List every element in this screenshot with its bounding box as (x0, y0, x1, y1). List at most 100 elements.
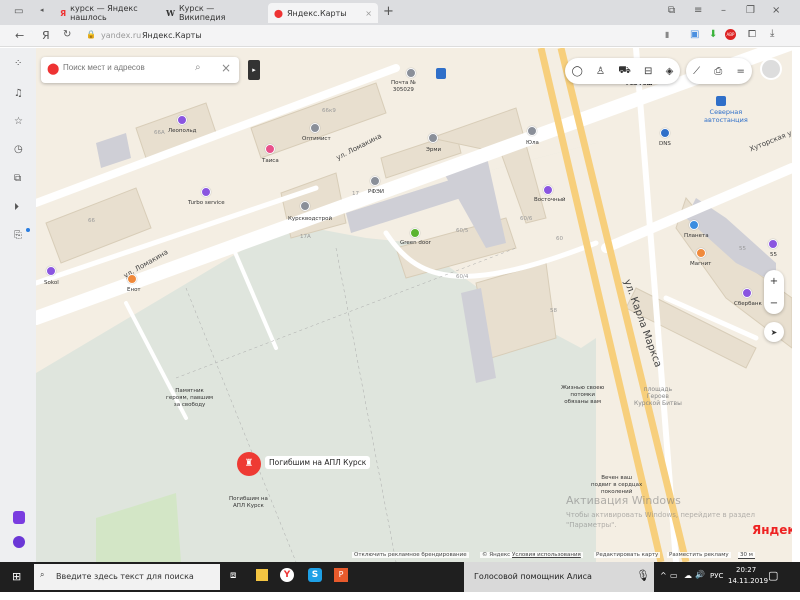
address-bar: ← Я ↻ 🔒 yandex.ru Яндекс.Карты ▮ ▣ ⬇ ABP… (0, 25, 800, 47)
bus-station-icon[interactable] (716, 96, 726, 106)
alice-voice-assistant[interactable]: Голосовой помощник Алиса 🎙 (464, 562, 654, 592)
windows-start-icon[interactable]: ⊞ (12, 570, 21, 583)
tab-yandex-search[interactable]: Я курск — Яндекс нашлось (54, 3, 158, 23)
reload-icon[interactable]: ↻ (63, 29, 71, 40)
poi-magnit-icon[interactable] (696, 248, 706, 258)
user-avatar[interactable] (760, 58, 782, 80)
media-icon[interactable]: ⏵ (14, 202, 19, 213)
disable-branding-link[interactable]: Отключить рекламное брендирование (352, 552, 469, 558)
microphone-icon[interactable]: 🎙 (636, 569, 650, 582)
poi-taisa-icon[interactable] (265, 144, 275, 154)
minimize-icon[interactable]: – (721, 5, 726, 16)
poi-label: 55 (770, 252, 777, 258)
volume-icon[interactable]: 🔊 (695, 570, 705, 579)
alice-app-icon[interactable] (13, 511, 25, 524)
notifications-icon[interactable]: ♫ (14, 88, 23, 99)
powerpoint-icon[interactable]: P (334, 568, 348, 582)
skype-icon[interactable]: S (308, 568, 322, 582)
file-explorer-icon[interactable] (256, 569, 268, 581)
extension-icon[interactable]: ▣ (690, 29, 699, 40)
edit-map-link[interactable]: Редактировать карту (594, 552, 661, 558)
download-extension-icon[interactable]: ⬇ (709, 29, 717, 40)
poi-dns-icon[interactable] (660, 128, 670, 138)
downloads-icon[interactable]: ⤓ (770, 28, 774, 39)
adblock-icon[interactable]: ABP (725, 29, 736, 40)
search-icon[interactable]: ⌕ (195, 62, 201, 73)
clear-search-icon[interactable]: × (221, 61, 231, 75)
search-input[interactable] (63, 63, 193, 72)
poi-rfei-icon[interactable] (370, 176, 380, 186)
bookmarks-icon[interactable]: ⧉ (668, 5, 675, 16)
geolocation-button[interactable]: ➤ (764, 322, 784, 342)
clock-time[interactable]: 20:27 (736, 566, 756, 574)
poi-ermi-icon[interactable] (428, 133, 438, 143)
search-page-icon[interactable]: ⎘ (14, 230, 22, 241)
layers-icon[interactable]: ◈ (666, 66, 674, 77)
yandex-browser-taskbar-icon[interactable]: Y (280, 568, 294, 582)
poi-optimist-icon[interactable] (310, 123, 320, 133)
menu-icon[interactable]: ≡ (694, 5, 702, 16)
sidebar-toggle-icon[interactable]: ▭ (14, 6, 23, 17)
poi-label: Green door (400, 240, 431, 246)
clock-date[interactable]: 14.11.2019 (728, 577, 768, 585)
alice-icon[interactable] (13, 536, 25, 548)
history-icon[interactable]: ◷ (14, 144, 23, 155)
poi-vostochny-icon[interactable] (543, 185, 553, 195)
tray-chevron-icon[interactable]: ^ (660, 571, 667, 580)
taskbar-search-box[interactable]: ⌕ Введите здесь текст для поиска (34, 564, 220, 590)
back-icon[interactable]: ← (15, 29, 24, 42)
poi-sokol-icon[interactable] (46, 266, 56, 276)
task-view-icon[interactable]: ⧈ (230, 570, 236, 581)
network-icon[interactable]: ▭ (670, 571, 678, 580)
bookmark-icon[interactable]: ▮ (665, 30, 669, 39)
action-center-icon[interactable]: ▢ (768, 569, 778, 582)
url-domain[interactable]: yandex.ru (101, 31, 141, 40)
map-canvas[interactable]: ул. Ломакина ул. Ломакина ул. Карла Марк… (36, 48, 792, 562)
traffic-icon[interactable]: ◯ (572, 66, 583, 77)
panorama-icon[interactable]: ♙ (596, 66, 605, 77)
language-indicator[interactable]: РУС (710, 572, 723, 580)
ruler-icon[interactable]: ⟋ (693, 66, 700, 77)
poi-55-icon[interactable] (768, 239, 778, 249)
zoom-control: + − (764, 270, 784, 314)
poi-leopold-icon[interactable] (177, 115, 187, 125)
transit-icon[interactable]: ⊟ (644, 66, 652, 77)
zoom-in-button[interactable]: + (770, 276, 778, 287)
selected-monument-marker[interactable]: ♜ (237, 452, 261, 476)
terms-link[interactable]: Условия использования (510, 552, 583, 558)
close-window-icon[interactable]: × (772, 5, 780, 16)
print-icon[interactable]: ⎙ (714, 66, 722, 77)
poi-turbo-service-icon[interactable] (201, 187, 211, 197)
url-page-title[interactable]: Яндекс.Карты (142, 31, 202, 40)
collapse-panel-button[interactable]: ▸ (248, 60, 260, 80)
collections-icon[interactable]: ⧉ (14, 173, 21, 184)
poi-label: Сбербанк (734, 301, 762, 307)
poi-post-office-icon[interactable] (406, 68, 416, 78)
restore-icon[interactable]: ❐ (746, 5, 755, 16)
poi-green-door-icon[interactable] (410, 228, 420, 238)
tab-wikipedia[interactable]: W Курск — Википедия (160, 3, 266, 23)
bus-stop-icon[interactable] (436, 68, 446, 79)
yandex-home-button[interactable]: Я (42, 29, 50, 42)
tab-yandex-maps[interactable]: ⬤ Яндекс.Карты × (268, 3, 378, 23)
search-icon: ⌕ (40, 570, 45, 579)
close-tab-icon[interactable]: × (365, 9, 372, 18)
tab-label: Яндекс.Карты (286, 8, 347, 18)
new-tab-button[interactable]: + (383, 4, 394, 19)
audio-icon[interactable]: ◂ (40, 6, 44, 14)
zoom-out-button[interactable]: − (770, 298, 778, 309)
map-search-box[interactable]: ⬤ ⌕ × (41, 57, 239, 83)
onedrive-icon[interactable]: ☁ (684, 571, 692, 580)
selected-marker-label[interactable]: Погибшим на АПЛ Курск (265, 456, 371, 469)
menu-icon[interactable]: = (737, 66, 745, 77)
poi-sberbank-icon[interactable] (742, 288, 752, 298)
poi-planeta-icon[interactable] (689, 220, 699, 230)
favorites-icon[interactable]: ☆ (14, 116, 23, 127)
poi-kurskvodstroy-icon[interactable] (300, 201, 310, 211)
poi-enot-icon[interactable] (127, 274, 137, 284)
poi-yula-icon[interactable] (527, 126, 537, 136)
parking-icon[interactable]: ⛟ (618, 65, 631, 78)
advertise-link[interactable]: Разместить рекламу (667, 552, 731, 558)
grid-icon[interactable]: ⁘ (14, 58, 22, 69)
translate-icon[interactable]: ⧠ (748, 29, 756, 40)
